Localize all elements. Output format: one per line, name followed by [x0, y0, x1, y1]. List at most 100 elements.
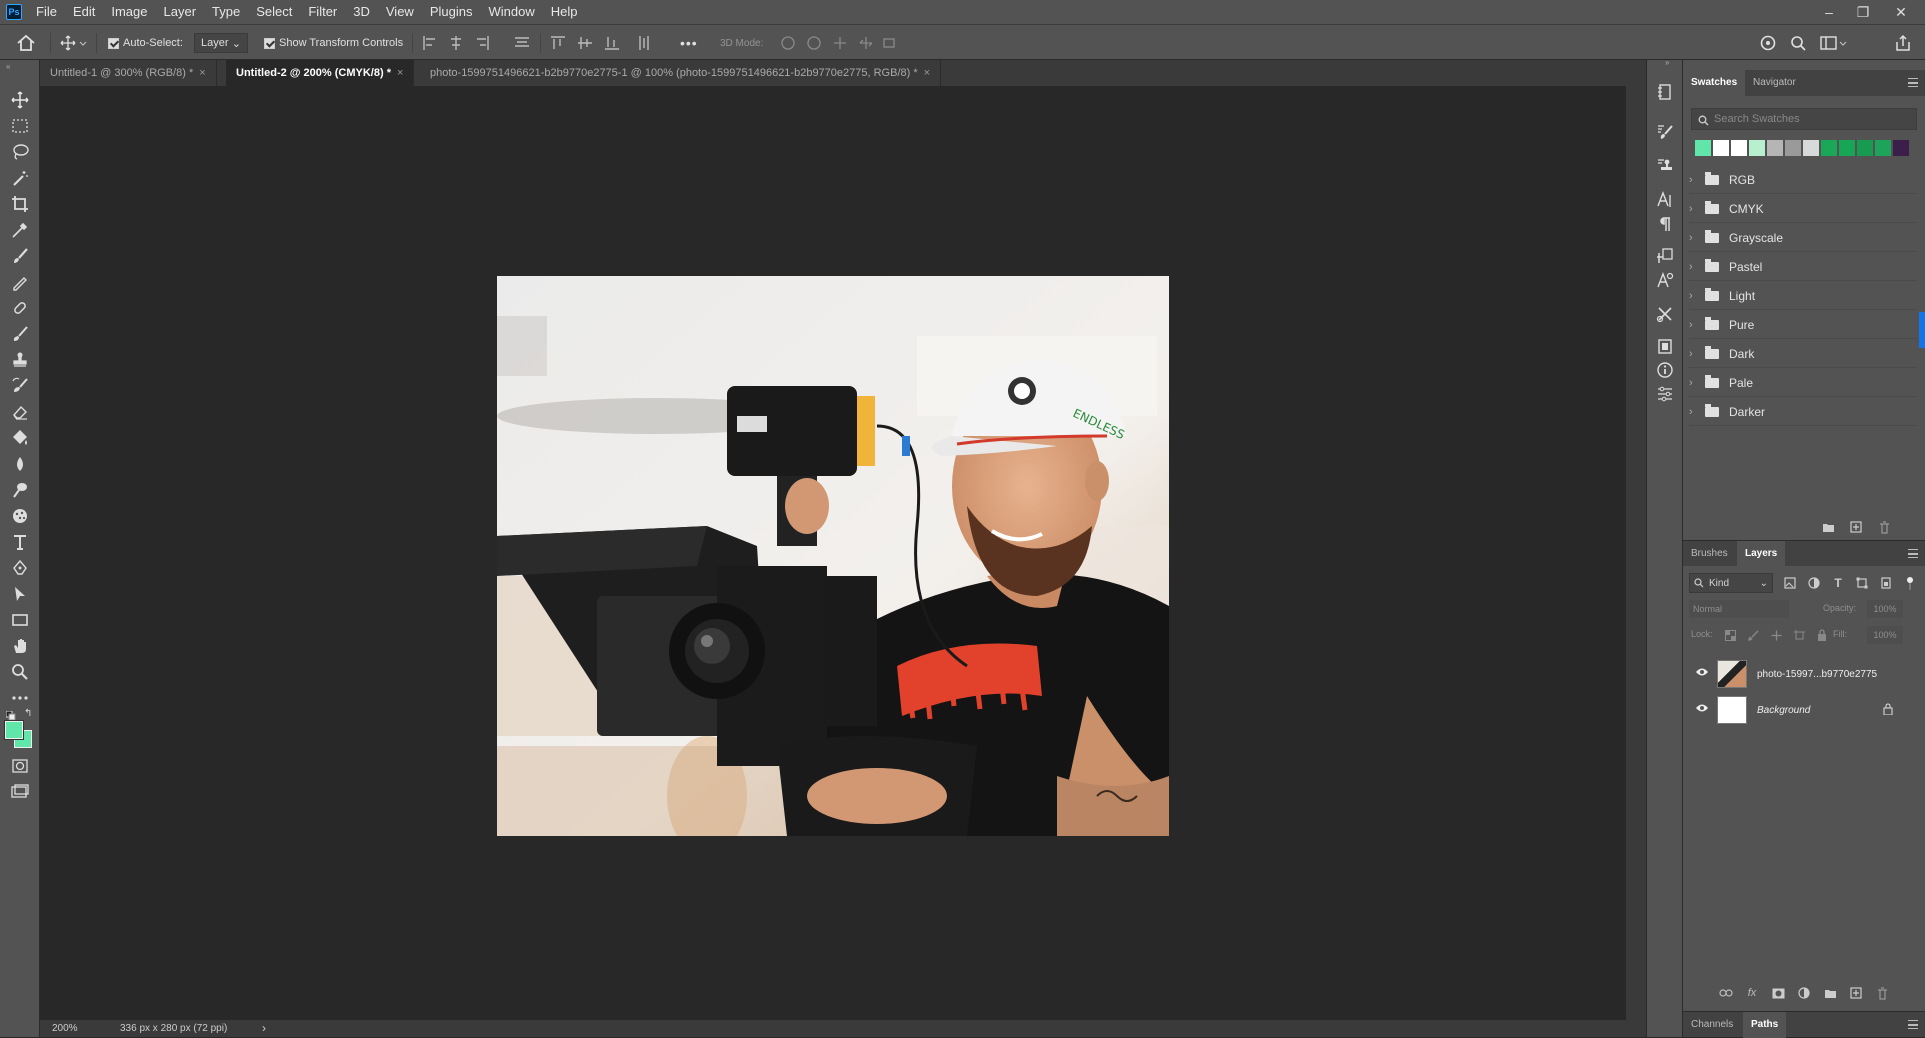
swatch-folder-light[interactable]: › Light	[1689, 282, 1917, 310]
eraser-tool-icon[interactable]	[8, 400, 32, 424]
layer-row-background[interactable]: Background	[1687, 692, 1922, 728]
tool-presets-panel-icon[interactable]	[1655, 304, 1675, 324]
type-tool-icon[interactable]	[8, 530, 32, 554]
info-panel-icon[interactable]	[1655, 360, 1675, 380]
recent-swatch[interactable]	[1767, 140, 1783, 156]
collapse-icons-icon[interactable]: »	[1665, 58, 1669, 67]
recent-swatch[interactable]	[1893, 140, 1909, 156]
new-layer-icon[interactable]	[1849, 986, 1863, 1000]
clone-stamp-tool-icon[interactable]	[8, 348, 32, 372]
status-menu-arrow-icon[interactable]: ›	[262, 1021, 266, 1035]
menu-3d[interactable]: 3D	[345, 0, 378, 24]
tab-untitled-2[interactable]: Untitled-2 @ 200% (CMYK/8) * ×	[226, 60, 415, 86]
recent-swatch[interactable]	[1749, 140, 1765, 156]
swatch-folder-grayscale[interactable]: › Grayscale	[1689, 224, 1917, 252]
lasso-tool-icon[interactable]	[8, 140, 32, 164]
close-window-button[interactable]: ✕	[1886, 0, 1916, 24]
menu-image[interactable]: Image	[103, 0, 155, 24]
share-icon[interactable]	[1894, 25, 1912, 61]
swatch-folder-dark[interactable]: › Dark	[1689, 340, 1917, 368]
menu-type[interactable]: Type	[204, 0, 248, 24]
minimize-button[interactable]: –	[1814, 0, 1844, 24]
show-transform-controls-checkbox[interactable]: Show Transform Controls	[264, 25, 403, 61]
filter-toggle-icon[interactable]	[1903, 576, 1917, 590]
panel-menu-icon[interactable]	[1908, 549, 1918, 558]
search-swatches-input[interactable]: Search Swatches	[1691, 108, 1917, 130]
glyphs-panel-icon[interactable]	[1655, 246, 1675, 266]
paragraph-panel-icon[interactable]	[1655, 214, 1675, 234]
panel-menu-icon[interactable]	[1908, 78, 1918, 87]
magic-wand-tool-icon[interactable]	[8, 166, 32, 190]
filter-smart-object-icon[interactable]	[1879, 576, 1893, 590]
recent-swatch[interactable]	[1803, 140, 1819, 156]
tab-brushes[interactable]: Brushes	[1683, 541, 1736, 567]
zoom-tool-icon[interactable]	[8, 660, 32, 684]
swatch-folder-darker[interactable]: › Darker	[1689, 398, 1917, 426]
swap-colors-icon[interactable]: ↰	[24, 708, 32, 719]
edit-toolbar-icon[interactable]	[8, 686, 32, 710]
foreground-color-swatch[interactable]	[5, 721, 23, 739]
pencil-tool-icon[interactable]	[8, 270, 32, 294]
recent-swatch[interactable]	[1695, 140, 1711, 156]
home-icon[interactable]	[16, 25, 36, 61]
opacity-input[interactable]: 100%	[1867, 600, 1903, 618]
path-selection-tool-icon[interactable]	[8, 582, 32, 606]
clone-source-panel-icon[interactable]	[1655, 156, 1675, 176]
filter-adjustment-icon[interactable]	[1807, 576, 1821, 590]
close-tab-icon[interactable]: ×	[924, 67, 930, 79]
blend-mode-dropdown[interactable]: Normal	[1689, 600, 1789, 618]
delete-layer-icon[interactable]	[1875, 986, 1889, 1000]
new-group-folder-icon[interactable]	[1823, 986, 1837, 1000]
close-tab-icon[interactable]: ×	[199, 67, 205, 79]
filter-shape-icon[interactable]	[1855, 576, 1869, 590]
history-panel-icon[interactable]	[1655, 82, 1675, 102]
menu-select[interactable]: Select	[248, 0, 300, 24]
character-styles-panel-icon[interactable]	[1655, 270, 1675, 290]
auto-select-target-dropdown[interactable]: Layer ⌄	[194, 33, 248, 53]
libraries-panel-icon[interactable]	[1655, 336, 1675, 356]
menu-file[interactable]: File	[28, 0, 65, 24]
delete-swatch-icon[interactable]	[1877, 520, 1891, 534]
sponge-tool-icon[interactable]	[8, 504, 32, 528]
menu-help[interactable]: Help	[543, 0, 586, 24]
crop-tool-icon[interactable]	[8, 192, 32, 216]
auto-select-checkbox[interactable]: Auto-Select:	[108, 25, 183, 61]
pen-tool-icon[interactable]	[8, 556, 32, 580]
filter-type-icon[interactable]: T	[1831, 576, 1845, 590]
collapse-panel-icon[interactable]: «	[6, 62, 10, 71]
new-swatch-icon[interactable]	[1849, 520, 1863, 534]
new-group-folder-icon[interactable]	[1821, 520, 1835, 534]
link-layers-icon[interactable]	[1719, 986, 1733, 1000]
swatch-folder-pastel[interactable]: › Pastel	[1689, 253, 1917, 281]
recent-swatch[interactable]	[1857, 140, 1873, 156]
dodge-tool-icon[interactable]	[8, 478, 32, 502]
layer-filter-kind-dropdown[interactable]: Kind ⌄	[1689, 573, 1773, 593]
eye-visibility-icon[interactable]	[1695, 703, 1709, 716]
quick-mask-icon[interactable]	[8, 754, 32, 778]
document-canvas[interactable]: ENDLESS	[497, 276, 1169, 836]
lock-artboard-icon[interactable]	[1792, 628, 1806, 642]
more-options-button[interactable]: •••	[680, 25, 698, 61]
menu-window[interactable]: Window	[480, 0, 542, 24]
recent-swatch[interactable]	[1875, 140, 1891, 156]
menu-layer[interactable]: Layer	[156, 0, 205, 24]
menu-filter[interactable]: Filter	[300, 0, 345, 24]
vertical-scrollbar[interactable]	[1626, 86, 1646, 1020]
screen-mode-icon[interactable]	[8, 780, 32, 804]
eyedropper-tool-icon[interactable]	[8, 218, 32, 242]
recent-swatch[interactable]	[1713, 140, 1729, 156]
swatch-folder-cmyk[interactable]: › CMYK	[1689, 195, 1917, 223]
canvas-area[interactable]: ENDLESS	[40, 86, 1626, 1020]
tab-swatches[interactable]: Swatches	[1683, 70, 1746, 96]
marquee-tool-icon[interactable]	[8, 114, 32, 138]
learn-icon[interactable]	[1760, 25, 1776, 61]
lock-position-icon[interactable]	[1769, 628, 1783, 642]
add-mask-icon[interactable]	[1771, 986, 1785, 1000]
paint-bucket-tool-icon[interactable]	[8, 426, 32, 450]
eye-visibility-icon[interactable]	[1695, 667, 1709, 680]
layer-row-photo[interactable]: photo-15997...b9770e2775	[1687, 656, 1922, 692]
tab-photo[interactable]: photo-1599751496621-b2b9770e2775-1 @ 100…	[420, 60, 942, 86]
brush-tool-icon[interactable]	[8, 244, 32, 268]
healing-brush-tool-icon[interactable]	[8, 296, 32, 320]
adjustment-layer-icon[interactable]	[1797, 986, 1811, 1000]
